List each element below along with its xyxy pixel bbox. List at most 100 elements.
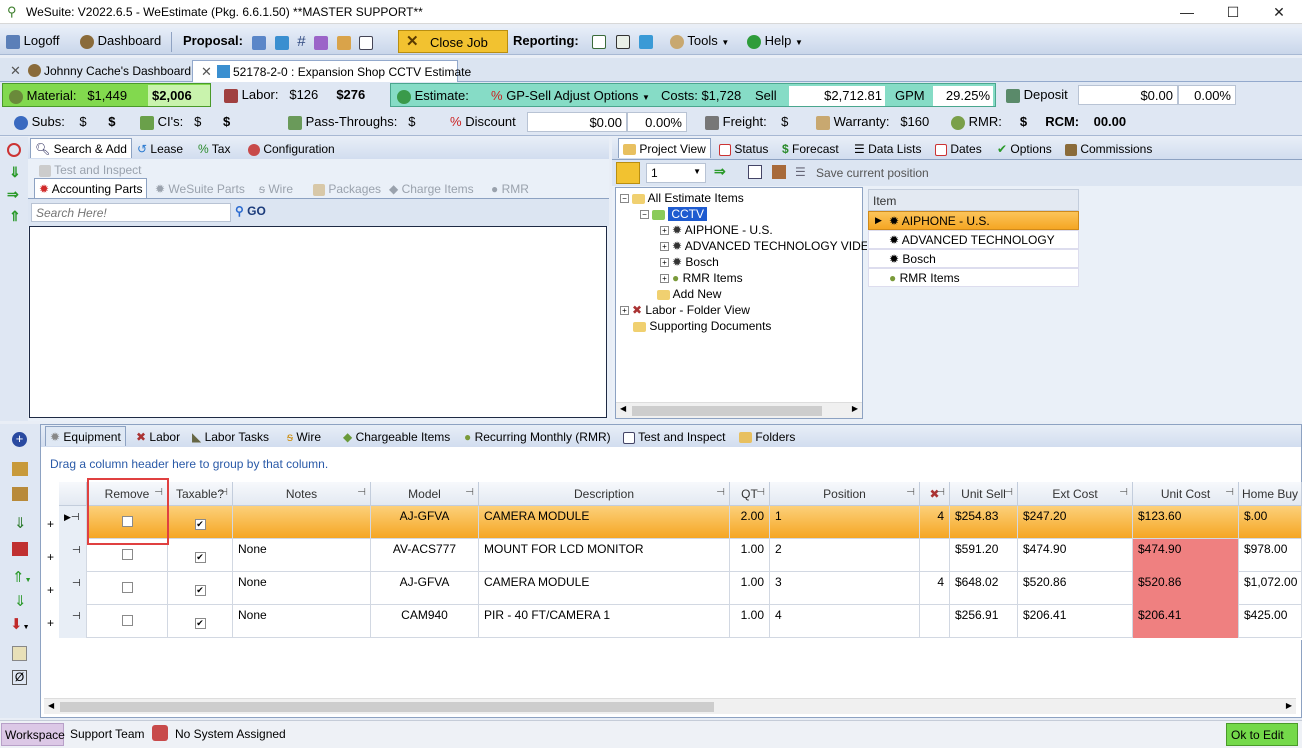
table-row[interactable]: ▶⊣ ✔ AJ-GFVA CAMERA MODULE 2.00 1 4 $254… [59,506,1302,539]
ext-cost-cell[interactable]: $520.86 [1018,572,1133,605]
model-cell[interactable]: AV-ACS777 [371,539,479,572]
tree-node-add-new[interactable]: Add New [657,287,721,301]
item-header[interactable]: Item [868,189,1079,211]
arrow-down-icon[interactable]: ⇓ [9,164,21,181]
notes-cell[interactable]: None [233,605,371,638]
tab-wire[interactable]: ᵴ Wire [282,426,326,446]
tab-commissions[interactable]: Commissions [1060,138,1157,158]
subs-summary[interactable]: Subs: $ $ [14,110,115,134]
move-up-icon[interactable]: ⇑▼ [12,568,32,586]
tab-project-view[interactable]: Project View [618,138,711,158]
tab-configuration[interactable]: Configuration [243,138,340,158]
column-header-unit-sell[interactable]: Unit Sell ⊣ [950,482,1018,506]
position-count-cell[interactable]: 4 [920,572,950,605]
unit-cost-cell[interactable]: $474.90 [1133,539,1239,572]
close-icon[interactable]: ✕ [201,64,212,80]
home-buy-cell[interactable]: $.00 [1239,506,1302,539]
model-cell[interactable]: AJ-GFVA [371,572,479,605]
unit-sell-cell[interactable]: $254.83 [950,506,1018,539]
list-item[interactable]: ● RMR Items [868,268,1079,287]
arrow-right-icon[interactable]: ⇒ [7,186,19,203]
tree-scrollbar[interactable]: ◀ ▶ [616,402,862,418]
notes-icon[interactable] [336,35,351,50]
tab-chargeable-items[interactable]: ◆ Chargeable Items [338,426,455,446]
ok-to-edit-badge[interactable]: Ok to Edit [1226,723,1298,746]
subtab-rmr[interactable]: ● RMR [486,178,534,198]
table-row[interactable]: ⊣ ✔ None AV-ACS777 MOUNT FOR LCD MONITOR… [59,539,1302,572]
unit-cost-cell[interactable]: $520.86 [1133,572,1239,605]
tab-test-inspect[interactable]: Test and Inspect [618,426,731,446]
taxable-checkbox[interactable]: ✔ [168,539,233,572]
tab-folders[interactable]: Folders [734,426,800,446]
qt-cell[interactable]: 1.00 [730,572,770,605]
tree-node-rmr[interactable]: + ● RMR Items [660,271,743,285]
unit-sell-cell[interactable]: $256.91 [950,605,1018,638]
list-item[interactable]: ✹ ADVANCED TECHNOLOGY VIDEO [868,230,1079,261]
export-icon[interactable] [12,487,28,501]
column-header-unit-cost[interactable]: Unit Cost ⊣ [1133,482,1239,506]
tab-data-lists[interactable]: ☰ Data Lists [849,138,926,158]
tab-status[interactable]: Status [714,138,773,158]
tab-equipment[interactable]: ✹ Equipment [45,426,126,446]
ext-cost-cell[interactable]: $247.20 [1018,506,1133,539]
tree-node-bosch[interactable]: + ✹ Bosch [660,255,719,269]
grid-icon[interactable] [748,165,762,179]
tree-node-all-items[interactable]: − All Estimate Items [620,191,744,205]
go-button[interactable]: ⚲ GO [235,204,266,218]
qt-cell[interactable]: 2.00 [730,506,770,539]
expand-row-button[interactable]: + [47,583,54,597]
search-results[interactable] [29,226,607,418]
close-icon[interactable]: ✕ [10,63,21,79]
tab-dates[interactable]: Dates [930,138,987,158]
dashboard-button[interactable]: Dashboard [80,33,161,49]
options-icon[interactable]: ⬇▼ [10,615,30,633]
expand-row-button[interactable]: + [47,616,54,630]
tree-node-labor[interactable]: + ✖ Labor - Folder View [620,303,750,317]
warranty-summary[interactable]: Warranty: $160 [816,110,929,134]
list-item[interactable]: ✹ Bosch [868,249,1079,268]
delete-icon[interactable] [12,542,28,556]
column-header-ext-cost[interactable]: Ext Cost ⊣ [1018,482,1133,506]
add-icon[interactable]: + [12,432,27,447]
contact-icon[interactable] [772,165,786,179]
unit-cost-cell[interactable]: $123.60 [1133,506,1239,539]
gpm-value[interactable]: 29.25% [933,86,993,106]
document-icon[interactable] [359,35,374,50]
tab-dashboard[interactable]: ✕ Johnny Cache's Dashboard [2,60,192,82]
quantity-select[interactable]: 1 ▼ [646,163,706,183]
scroll-thumb[interactable] [632,406,822,416]
material-summary[interactable]: Material: $1,449 $2,006 [2,83,211,107]
model-cell[interactable]: CAM940 [371,605,479,638]
pass-throughs-summary[interactable]: Pass-Throughs: $ [288,110,415,134]
reporting-tools[interactable] [592,33,654,49]
ext-cost-cell[interactable]: $474.90 [1018,539,1133,572]
arrow-up-icon[interactable]: ⇑ [9,208,21,225]
labor-summary[interactable]: Labor: $126 $276 [224,83,365,107]
subtab-charge-items[interactable]: ◆ Charge Items [384,178,479,198]
warning-icon[interactable] [12,646,27,661]
deposit-value[interactable]: $0.00 [1078,85,1178,105]
logoff-button[interactable]: Logoff [6,33,60,49]
report-icon[interactable] [639,34,654,49]
ext-cost-cell[interactable]: $206.41 [1018,605,1133,638]
tree-node-aiphone[interactable]: + ✹ AIPHONE - U.S. [660,223,773,237]
list-item[interactable]: ▶ ✹ AIPHONE - U.S. [868,211,1079,230]
import-icon[interactable] [12,462,28,476]
remove-checkbox[interactable] [87,605,168,638]
column-header-taxable[interactable]: Taxable? ⊣ [168,482,233,506]
expand-row-button[interactable]: + [47,550,54,564]
unit-cost-cell[interactable]: $206.41 [1133,605,1239,638]
description-cell[interactable]: MOUNT FOR LCD MONITOR [479,539,730,572]
rmr-summary[interactable]: RMR: $ RCM: 00.00 [951,110,1126,134]
home-buy-cell[interactable]: $978.00 [1239,539,1302,572]
taxable-checkbox[interactable]: ✔ [168,506,233,539]
cis-summary[interactable]: CI's: $ $ [140,110,230,134]
tools-menu[interactable]: Tools ▼ [670,33,729,49]
taxable-checkbox[interactable]: ✔ [168,572,233,605]
gear-icon[interactable] [616,162,640,184]
grid-scrollbar[interactable]: ◀ ▶ [44,698,1296,714]
position-cell[interactable]: 3 [770,572,920,605]
close-job-button[interactable]: ✕ Close Job [398,30,508,53]
column-header-notes[interactable]: Notes ⊣ [233,482,371,506]
column-header-qt[interactable]: QT ⊣ [730,482,770,506]
